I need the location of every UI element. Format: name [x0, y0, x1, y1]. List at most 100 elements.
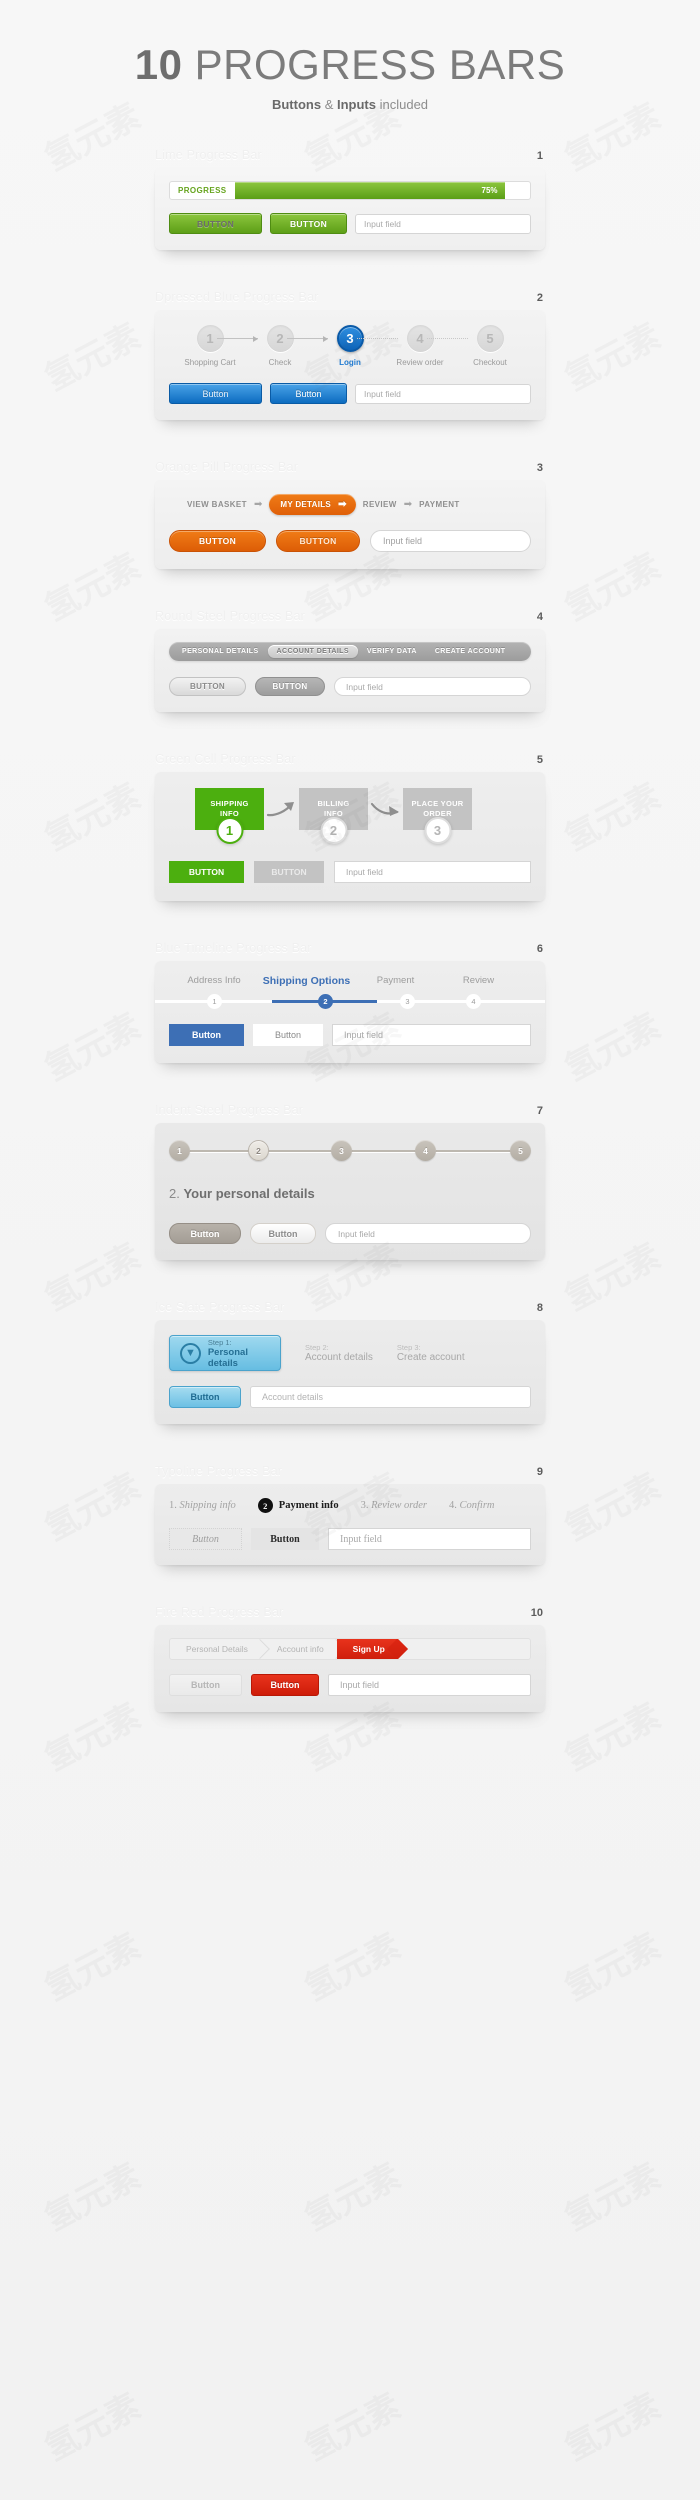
cell-place-your-order[interactable]: PLACE YOUR ORDER 3 [403, 788, 472, 844]
page-header: 10 PROGRESS BARS Buttons & Inputs includ… [0, 0, 700, 113]
button-secondary[interactable]: Button [251, 1674, 319, 1696]
section-fire-red: Fire Red Progress Bar 10 Personal Detail… [155, 1597, 545, 1712]
step-review-order[interactable]: 3. Review order [361, 1500, 427, 1511]
input-field[interactable]: Input field [370, 530, 531, 552]
step-account-details[interactable]: Step 2: Account details [305, 1343, 373, 1363]
step-label: Review order [396, 358, 444, 367]
timeline-dot-4[interactable]: 4 [466, 994, 481, 1009]
button-primary[interactable]: Button [169, 1674, 242, 1696]
section-title: Blue Timeline Progress Bar [155, 941, 312, 955]
cell-billing-info[interactable]: BILLING INFO 2 [299, 788, 368, 844]
input-field[interactable]: Input field [325, 1223, 531, 1244]
timeline-dot-3[interactable]: 3 [400, 994, 415, 1009]
button-secondary[interactable]: BUTTON [254, 861, 324, 883]
step-item[interactable]: 4 Review order [385, 325, 468, 367]
step-payment[interactable]: PAYMENT [419, 500, 460, 509]
input-field[interactable]: Input field [332, 1024, 531, 1046]
button-secondary[interactable]: Button [250, 1223, 316, 1244]
stepper: 1 2 3 4 5 [169, 1140, 531, 1162]
step-confirm[interactable]: 4. Confirm [449, 1500, 495, 1511]
step-item-active[interactable]: 3 Login [315, 325, 398, 367]
input-field[interactable]: Account details [250, 1386, 531, 1408]
step-verify-data[interactable]: VERIFY DATA [358, 648, 426, 655]
breadcrumb-account-info[interactable]: Account info [261, 1639, 337, 1659]
button-primary[interactable]: BUTTON [169, 861, 244, 883]
button-secondary[interactable]: Button [251, 1528, 319, 1550]
timeline-dot-2-active[interactable]: 2 [318, 994, 333, 1009]
breadcrumb: Personal Details Account info Sign Up [169, 1638, 531, 1660]
step-circle-5[interactable]: 5 [510, 1140, 531, 1161]
step-review[interactable]: REVIEW [363, 500, 397, 509]
step-account-details-active[interactable]: ACCOUNT DETAILS [267, 645, 358, 658]
button-primary[interactable]: Button [169, 1024, 244, 1046]
section-title: Fire Red Progress Bar [155, 1605, 284, 1619]
step-label: Shipping info [179, 1500, 236, 1511]
step-label-shipping-options[interactable]: Shipping Options [259, 975, 354, 987]
panel-fire-red: Personal Details Account info Sign Up Bu… [155, 1625, 545, 1712]
progress-label: PROGRESS [178, 186, 227, 195]
controls-row: BUTTON BUTTON Input field [169, 861, 531, 883]
section-number: 3 [536, 462, 543, 474]
button-secondary[interactable]: Button [253, 1024, 323, 1046]
step-view-basket[interactable]: VIEW BASKET [187, 500, 247, 509]
step-circle-1[interactable]: 1 [169, 1140, 190, 1161]
section-round-steel: Round Steel Progress Bar 4 PERSONAL DETA… [155, 601, 545, 712]
step-create-account[interactable]: Step 3: Create account [397, 1343, 465, 1363]
section-header: Green Cell Progress Bar 5 [155, 744, 545, 766]
step-label: Confirm [459, 1500, 495, 1511]
step-label-address-info[interactable]: Address Info [169, 975, 259, 987]
curved-arrow-icon [368, 788, 403, 830]
section-number: 7 [536, 1105, 543, 1117]
button-primary[interactable]: Button [169, 1223, 241, 1244]
input-field[interactable]: Input field [328, 1528, 531, 1550]
step-card-active[interactable]: ▼ Step 1: Personal details [169, 1335, 281, 1371]
section-header: Dpressed Blue Progress Bar 2 [155, 282, 545, 304]
button-primary[interactable]: Button [169, 1528, 242, 1550]
controls-row: Button Button Input field [169, 1674, 531, 1696]
breadcrumb-sign-up-active[interactable]: Sign Up [336, 1639, 398, 1659]
button-primary[interactable]: BUTTON [169, 213, 262, 234]
timeline-dot-1[interactable]: 1 [207, 994, 222, 1009]
cell-shipping-info[interactable]: SHIPPING INFO 1 [195, 788, 264, 844]
step-circle-3[interactable]: 3 [331, 1140, 352, 1161]
step-payment-info-active[interactable]: 2 Payment info [257, 1498, 339, 1513]
step-my-details-active[interactable]: MY DETAILS ➡ [269, 494, 356, 515]
input-field[interactable]: Input field [355, 213, 531, 234]
input-field[interactable]: Input field [328, 1674, 531, 1696]
button-secondary[interactable]: BUTTON [270, 213, 347, 234]
step-circle-2-active[interactable]: 2 [248, 1140, 269, 1161]
breadcrumb-personal-details[interactable]: Personal Details [170, 1639, 261, 1659]
step-personal-details[interactable]: PERSONAL DETAILS [173, 648, 268, 655]
button-secondary[interactable]: BUTTON [276, 530, 360, 552]
section-typoline: Typoline Progress Bar 9 1. Shipping info… [155, 1456, 545, 1565]
step-circle-4[interactable]: 4 [415, 1140, 436, 1161]
step-item[interactable]: 2 Check [245, 325, 328, 367]
button-primary[interactable]: BUTTON [169, 677, 246, 696]
step-number: 3. [360, 1500, 369, 1511]
step-shipping-info[interactable]: 1. Shipping info [169, 1500, 236, 1511]
step-item[interactable]: 1 Shopping Cart [175, 325, 258, 367]
input-field[interactable]: Input field [334, 861, 531, 883]
button-primary[interactable]: Button [169, 383, 262, 404]
step-main-label: Personal details [207, 1346, 248, 1369]
step-create-account[interactable]: CREATE ACCOUNT [426, 648, 515, 655]
button-secondary[interactable]: BUTTON [255, 677, 325, 696]
section-header: Typoline Progress Bar 9 [155, 1456, 545, 1478]
panel-typoline: 1. Shipping info 2 Payment info 3. Revie… [155, 1484, 545, 1565]
section-title: Indent Steel Progress Bar [155, 1103, 304, 1117]
section-number: 6 [536, 943, 543, 955]
panel-orange-pill: VIEW BASKET ➡ MY DETAILS ➡ REVIEW ➡ PAYM… [155, 480, 545, 569]
button-primary[interactable]: Button [169, 1386, 241, 1408]
input-field[interactable]: Input field [334, 677, 531, 696]
button-secondary[interactable]: Button [270, 383, 347, 404]
step-circle: 5 [476, 325, 504, 352]
step-label-review[interactable]: Review [437, 975, 520, 987]
section-number: 4 [536, 611, 543, 623]
step-item[interactable]: 5 Checkout [455, 325, 525, 367]
button-primary[interactable]: BUTTON [169, 530, 266, 552]
stepper: VIEW BASKET ➡ MY DETAILS ➡ REVIEW ➡ PAYM… [169, 494, 531, 515]
section-header: Fire Red Progress Bar 10 [155, 1597, 545, 1619]
input-field[interactable]: Input field [355, 383, 531, 404]
subtitle-amp: & [321, 97, 337, 112]
step-label-payment[interactable]: Payment [354, 975, 437, 987]
